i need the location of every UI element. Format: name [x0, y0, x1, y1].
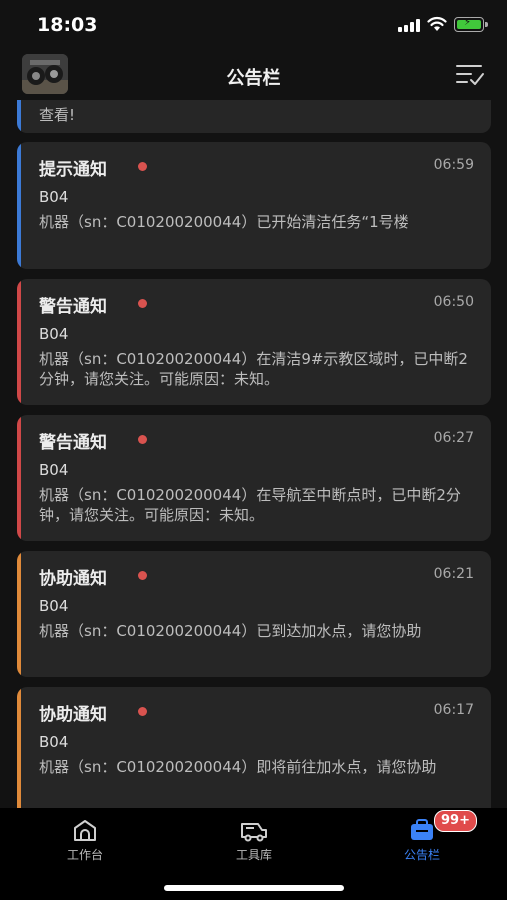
- card-accent-bar: [17, 687, 21, 808]
- unread-dot-icon: [138, 299, 147, 308]
- card-title: 警告通知: [39, 433, 107, 453]
- tab-toolbox[interactable]: 工具库: [194, 808, 314, 868]
- app-header: 公告栏: [0, 48, 507, 100]
- notification-card[interactable]: 警告通知 06:27 B04 机器（sn：C010200200044）在导航至中…: [17, 415, 491, 541]
- notification-card[interactable]: 协助通知 06:21 B04 机器（sn：C010200200044）已到达加水…: [17, 551, 491, 677]
- tab-label: 工作台: [66, 848, 103, 862]
- status-time: 18:03: [37, 14, 98, 36]
- card-message: 机器（sn：C010200200044）已到达加水点，请您协助: [39, 622, 422, 640]
- notification-card[interactable]: 提示通知 06:59 B04 机器（sn：C010200200044）已开始清洁…: [17, 142, 491, 269]
- card-time: 06:50: [433, 294, 474, 310]
- home-indicator[interactable]: [164, 885, 344, 891]
- notice-board-icon: [411, 819, 433, 840]
- unread-dot-icon: [138, 707, 147, 716]
- unread-count-badge: 99+: [434, 810, 477, 832]
- home-icon: [74, 820, 96, 841]
- card-message: 查看!: [39, 106, 76, 124]
- card-device: B04: [39, 188, 69, 206]
- page-title: 公告栏: [226, 68, 281, 89]
- tab-label: 公告栏: [403, 848, 440, 862]
- card-accent-bar: [17, 551, 21, 677]
- card-time: 06:59: [433, 157, 474, 173]
- card-device: B04: [39, 461, 69, 479]
- card-device: B04: [39, 325, 69, 343]
- card-time: 06:21: [433, 566, 474, 582]
- tab-label: 工具库: [235, 848, 272, 862]
- unread-dot-icon: [138, 435, 147, 444]
- card-message: 机器（sn：C010200200044）已开始清洁任务“1号楼: [39, 213, 409, 231]
- unread-dot-icon: [138, 162, 147, 171]
- card-title: 提示通知: [39, 160, 107, 180]
- card-title: 警告通知: [39, 297, 107, 317]
- card-accent-bar: [17, 142, 21, 269]
- notification-card[interactable]: 警告通知 06:50 B04 机器（sn：C010200200044）在清洁9#…: [17, 279, 491, 405]
- unread-dot-icon: [138, 571, 147, 580]
- tab-workbench[interactable]: 工作台: [25, 808, 145, 868]
- card-message: 机器（sn：C010200200044）即将前往加水点，请您协助: [39, 758, 437, 776]
- card-device: B04: [39, 597, 69, 615]
- cellular-signal-icon: [398, 19, 422, 32]
- status-bar: 18:03 ⚡: [0, 0, 507, 48]
- card-device: B04: [39, 733, 69, 751]
- card-message: 机器（sn：C010200200044）在导航至中断点时，已中断2分钟，请您关注…: [39, 486, 461, 524]
- wifi-icon: [427, 16, 447, 31]
- card-accent-bar: [17, 279, 21, 405]
- notification-list[interactable]: 查看! 提示通知 06:59 B04 机器（sn：C010200200044）已…: [0, 100, 507, 808]
- mark-all-read-icon[interactable]: [455, 62, 485, 86]
- card-accent-bar: [17, 415, 21, 541]
- card-time: 06:17: [433, 702, 474, 718]
- notification-card[interactable]: 协助通知 06:17 B04 机器（sn：C010200200044）即将前往加…: [17, 687, 491, 808]
- notification-card[interactable]: 查看!: [17, 100, 491, 133]
- card-message: 机器（sn：C010200200044）在清洁9#示教区域时，已中断2分钟，请您…: [39, 350, 468, 388]
- card-title: 协助通知: [39, 705, 107, 725]
- robot-cart-icon: [241, 823, 267, 842]
- battery-charging-icon: ⚡: [454, 17, 488, 32]
- bottom-tab-bar: 工作台 工具库 公告栏 99+: [0, 808, 507, 900]
- card-accent-bar: [17, 100, 21, 133]
- card-title: 协助通知: [39, 569, 107, 589]
- card-time: 06:27: [433, 430, 474, 446]
